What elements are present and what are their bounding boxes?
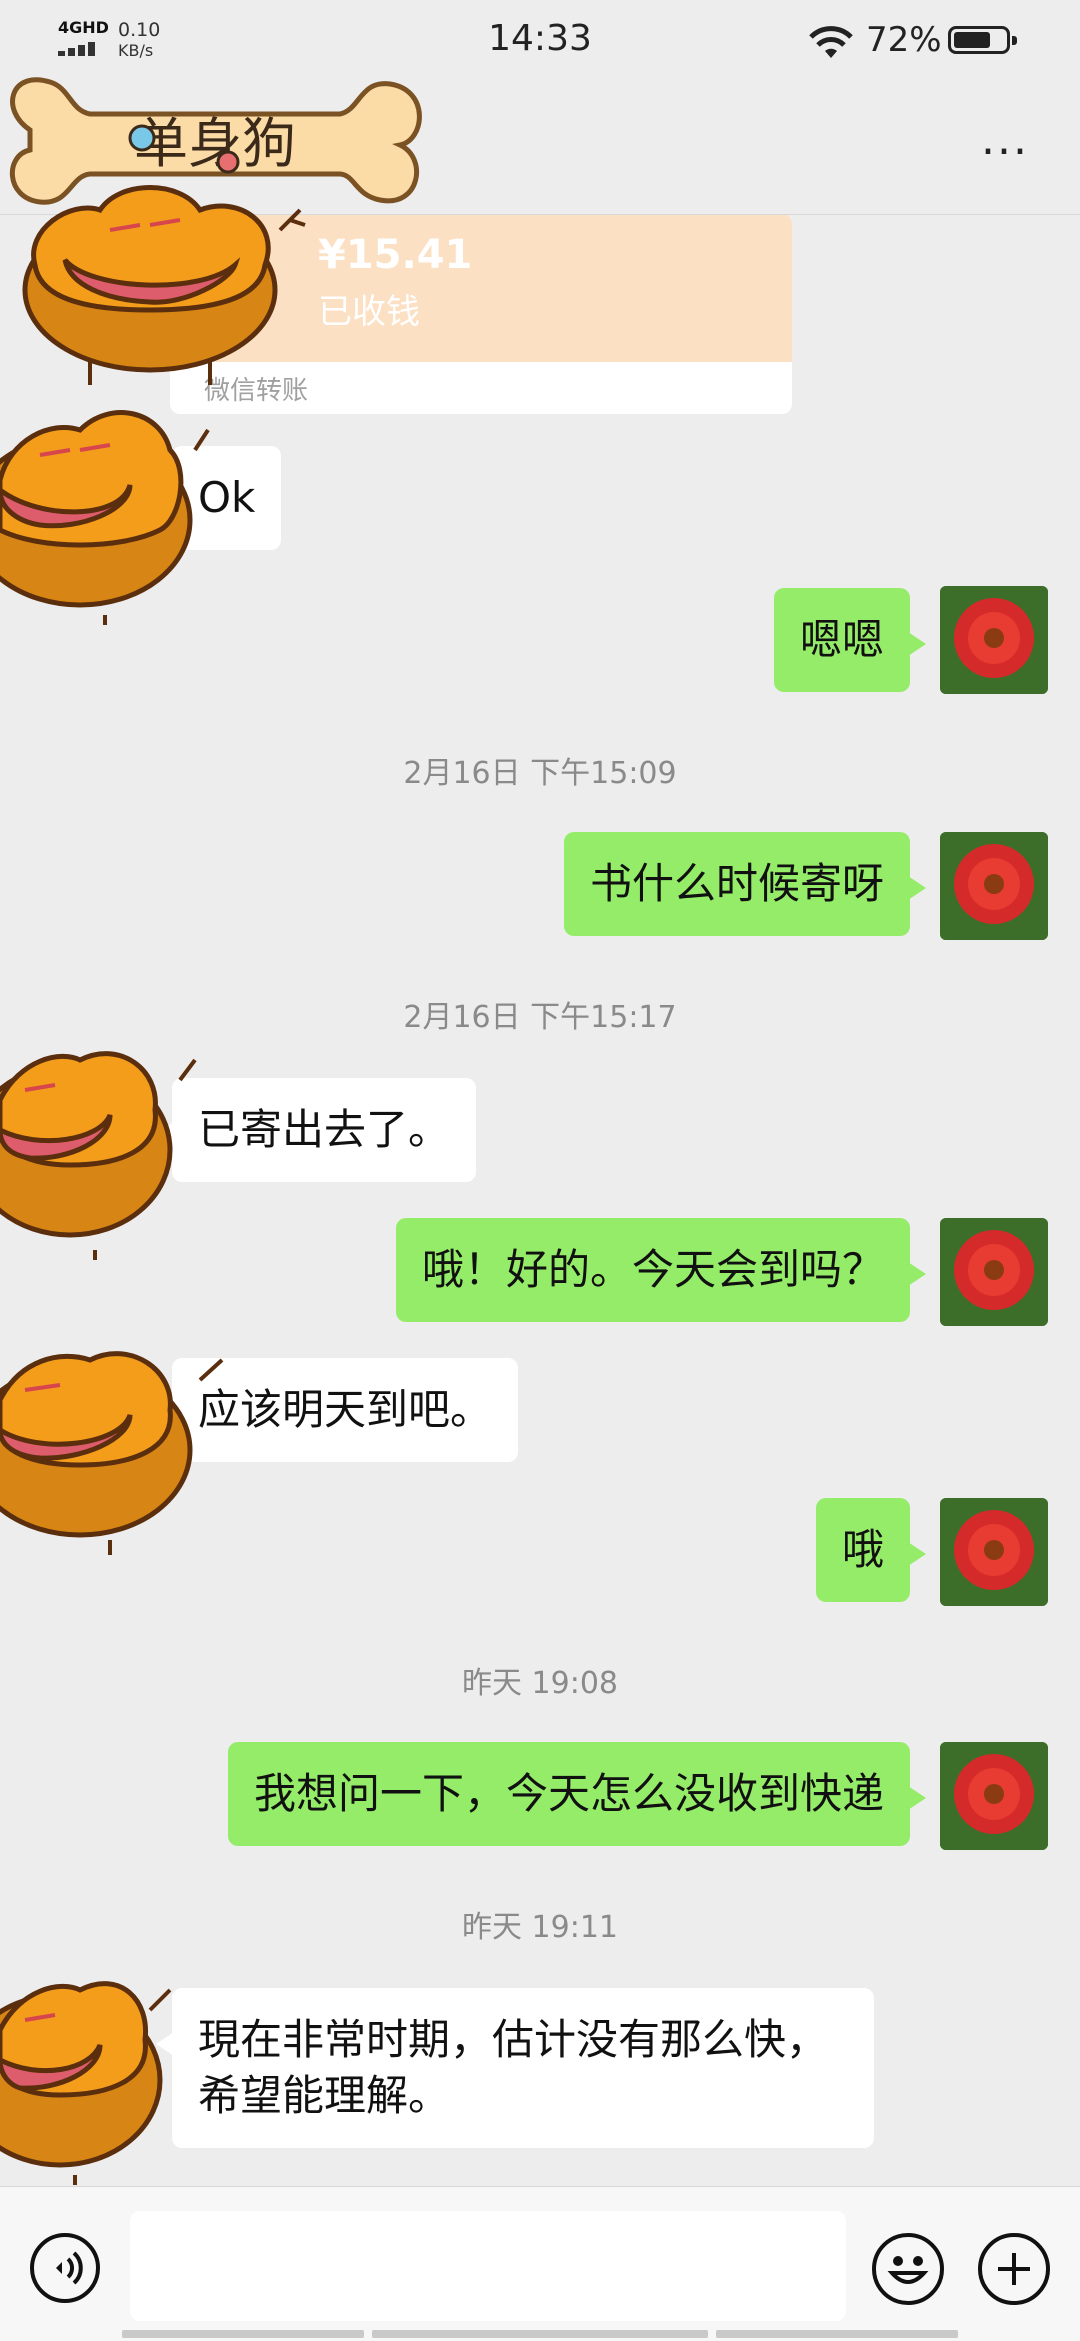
avatar[interactable] bbox=[940, 1218, 1048, 1326]
header-sticker-text: 单身狗 bbox=[134, 112, 296, 175]
message-bubble-sent[interactable]: 哦！好的。今天会到吗？ bbox=[395, 1218, 927, 1322]
message-bubble-sent[interactable]: 嗯嗯 bbox=[773, 588, 927, 692]
voice-icon[interactable] bbox=[30, 2233, 100, 2303]
message-bubble-sent[interactable]: 哦 bbox=[815, 1498, 927, 1602]
plus-icon[interactable] bbox=[978, 2233, 1050, 2305]
avatar[interactable] bbox=[940, 586, 1048, 694]
message-bubble-sent[interactable]: 书什么时候寄呀 bbox=[563, 832, 927, 936]
avatar[interactable] bbox=[940, 832, 1048, 940]
wifi-icon bbox=[809, 26, 853, 58]
flower-avatar-image bbox=[940, 1498, 1048, 1606]
input-bar bbox=[0, 2186, 1080, 2341]
system-nav-segment bbox=[122, 2330, 364, 2338]
mooncake-sticker-avatar bbox=[22, 185, 306, 385]
message-input[interactable] bbox=[130, 2211, 846, 2321]
message-bubble-received[interactable]: 現在非常时期，估计没有那么快， 希望能理解。 bbox=[156, 1988, 874, 2148]
mooncake-sticker-avatar bbox=[0, 1981, 172, 2185]
flower-avatar-image bbox=[940, 586, 1048, 694]
avatar[interactable] bbox=[940, 1742, 1048, 1850]
flower-avatar-image bbox=[940, 1742, 1048, 1850]
message-bubble-received[interactable]: 已寄出去了。 bbox=[155, 1078, 477, 1182]
message-bubble-sent[interactable]: 我想问一下，今天怎么没收到快递 bbox=[227, 1742, 927, 1846]
system-nav-segment bbox=[372, 2330, 708, 2338]
flower-avatar-image bbox=[940, 1218, 1048, 1326]
timestamp: 昨天 19:08 bbox=[462, 1666, 618, 1701]
flower-avatar-image bbox=[940, 832, 1048, 940]
mooncake-sticker-avatar bbox=[0, 410, 210, 625]
emoji-icon[interactable] bbox=[872, 2233, 944, 2305]
message-line: 希望能理解。 bbox=[198, 2071, 451, 2120]
timestamp: 2月16日 下午15:09 bbox=[403, 756, 677, 791]
avatar[interactable] bbox=[940, 1498, 1048, 1606]
timestamp: 昨天 19:11 bbox=[462, 1910, 618, 1945]
battery-icon bbox=[948, 26, 1017, 54]
message-line: 現在非常时期，估计没有那么快， bbox=[198, 2015, 829, 2064]
battery-percent: 72% bbox=[866, 20, 942, 60]
more-options-button[interactable]: ... bbox=[960, 118, 1050, 180]
mooncake-sticker-avatar bbox=[0, 1051, 197, 1260]
system-nav-segment bbox=[716, 2330, 958, 2338]
mooncake-sticker-avatar bbox=[0, 1351, 224, 1555]
